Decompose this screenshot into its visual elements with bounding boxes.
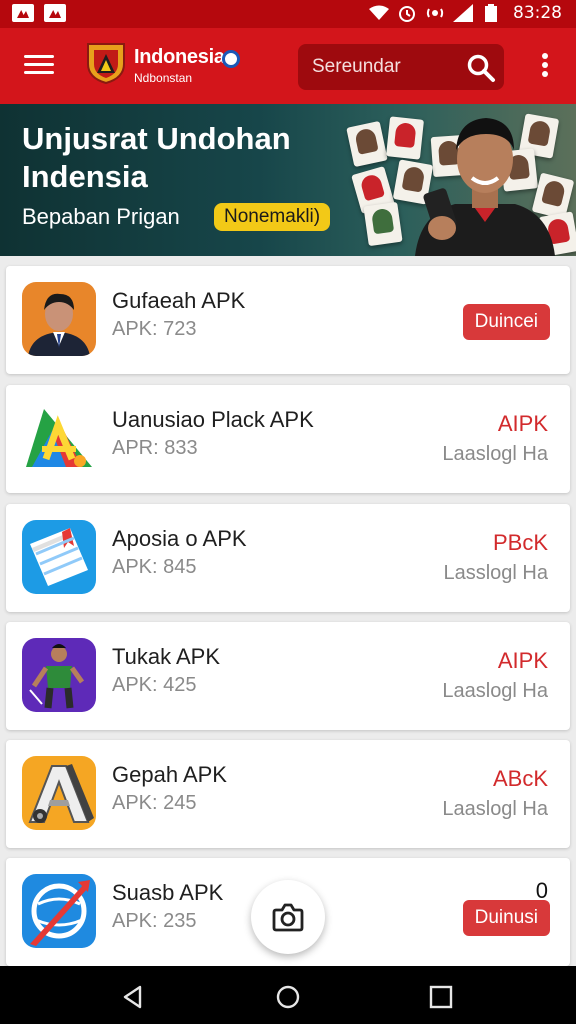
camera-fab-button[interactable] xyxy=(251,880,325,954)
compass-globe-icon xyxy=(22,874,96,948)
app-status: Laaslogl Ha xyxy=(442,798,548,820)
app-meta: APK: 245 xyxy=(112,792,197,814)
spokesperson-image xyxy=(415,118,555,256)
app-status: Lasslogl Ha xyxy=(443,562,548,584)
image-notification-icon xyxy=(12,4,34,22)
alarm-icon xyxy=(397,3,417,23)
status-bar: 83:28 xyxy=(0,0,576,28)
app-meta: APK: 845 xyxy=(112,556,197,578)
person-portrait-icon xyxy=(22,282,96,356)
app-tag[interactable]: AIPK xyxy=(498,411,548,437)
wifi-icon xyxy=(369,3,389,23)
app-meta: APR: 833 xyxy=(112,437,198,459)
hamburger-menu-icon[interactable] xyxy=(22,50,56,82)
photo-card xyxy=(346,120,388,168)
app-name: Gepah APK xyxy=(112,762,227,787)
app-name: Tukak APK xyxy=(112,644,221,669)
app-tag[interactable]: ABcK xyxy=(493,766,548,792)
app-tag[interactable]: PBcK xyxy=(493,530,548,556)
home-icon[interactable] xyxy=(275,984,301,1010)
brand-logo xyxy=(84,42,128,85)
clock: 83:28 xyxy=(513,3,562,23)
app-meta: APK: 723 xyxy=(112,318,197,340)
emblem-icon xyxy=(222,50,240,68)
photo-card xyxy=(363,201,403,247)
list-item[interactable]: Gepah APK APK: 245 ABcK Laaslogl Ha xyxy=(6,740,570,848)
install-button[interactable]: Duinusi xyxy=(462,900,550,936)
app-bar: Indonesia Ndbonstan xyxy=(0,28,576,104)
more-vert-icon[interactable] xyxy=(534,50,556,84)
app-tag[interactable]: AIPK xyxy=(498,648,548,674)
system-indicators: 83:28 xyxy=(369,3,562,23)
battery-icon xyxy=(481,3,501,23)
system-navigation-bar xyxy=(0,966,576,1024)
search-bar xyxy=(298,44,504,90)
book-icon xyxy=(22,520,96,594)
app-status: Laaslogl Ha xyxy=(442,443,548,465)
letter-a-3d-icon xyxy=(22,756,96,830)
brand-title: Indonesia xyxy=(134,46,225,68)
search-icon[interactable] xyxy=(466,53,496,83)
signal-icon xyxy=(453,3,473,23)
banner-subtitle: Bepaban Prigan xyxy=(22,204,180,229)
list-item[interactable]: Uanusiao Plack APK APR: 833 AIPK Laaslog… xyxy=(6,385,570,493)
banner-tag-button[interactable]: Nonemakli) xyxy=(214,203,331,231)
promo-banner[interactable]: Unjusrat Undohan Indensia Bepaban Prigan… xyxy=(0,104,576,256)
brand-subtitle: Ndbonstan xyxy=(134,71,193,85)
app-name: Uanusiao Plack APK xyxy=(112,407,314,432)
list-item[interactable]: Gufaeah APK APK: 723 Duincei xyxy=(6,266,570,374)
athlete-icon xyxy=(22,638,96,712)
install-button[interactable]: Duincei xyxy=(462,304,550,340)
search-input[interactable] xyxy=(312,44,462,90)
recents-icon[interactable] xyxy=(428,984,454,1010)
app-name: Gufaeah APK xyxy=(112,288,246,313)
camera-icon xyxy=(272,903,304,932)
app-name: Aposia o APK xyxy=(112,526,247,551)
app-meta: APK: 235 xyxy=(112,910,197,932)
list-item[interactable]: Aposia o APK APK: 845 PBcK Lasslogl Ha xyxy=(6,504,570,612)
letter-a-play-icon xyxy=(22,401,96,475)
app-meta: APK: 425 xyxy=(112,674,197,696)
list-item[interactable]: Tukak APK APK: 425 AIPK Laaslogl Ha xyxy=(6,622,570,730)
gallery-notification-icon xyxy=(44,4,66,22)
notification-icons xyxy=(12,4,66,22)
back-icon[interactable] xyxy=(120,984,146,1010)
app-name: Suasb APK xyxy=(112,880,224,905)
app-status: Laaslogl Ha xyxy=(442,680,548,702)
hotspot-icon xyxy=(425,3,445,23)
banner-title: Unjusrat Undohan Indensia xyxy=(22,121,291,194)
